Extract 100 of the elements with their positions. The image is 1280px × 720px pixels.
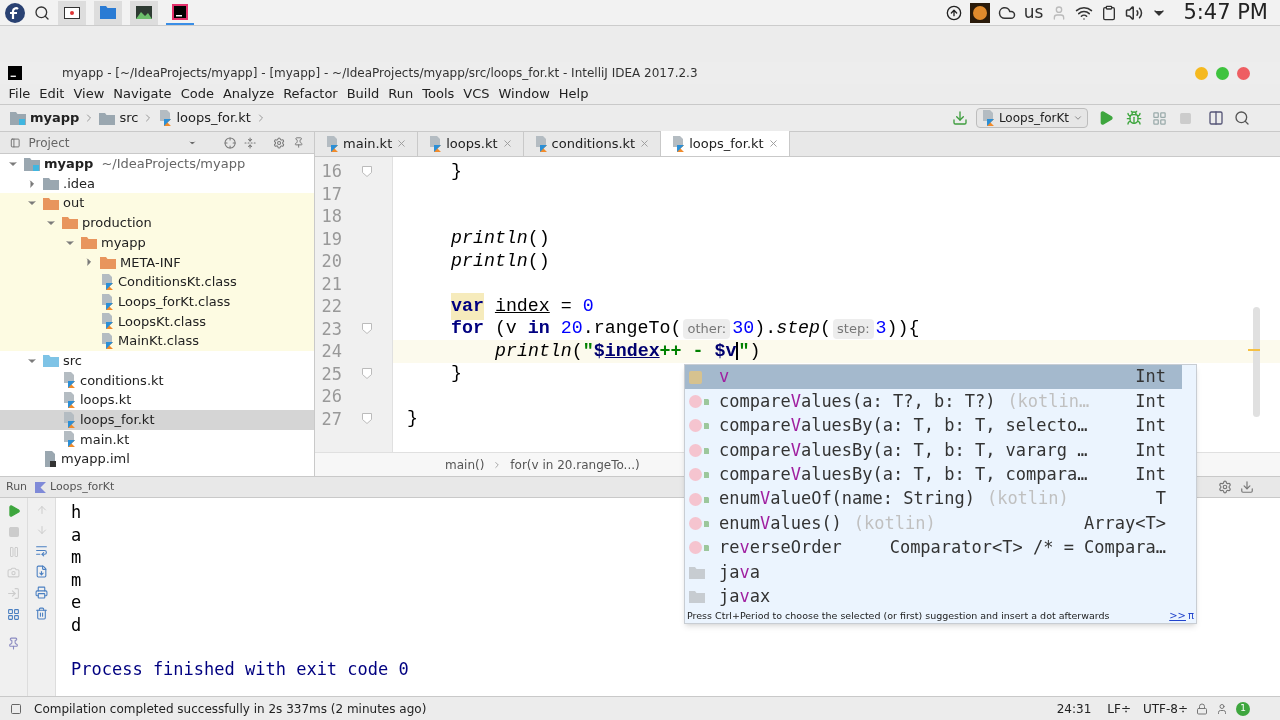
pin-icon[interactable] xyxy=(7,637,20,650)
tree-item[interactable]: .idea xyxy=(0,173,314,194)
close-button[interactable] xyxy=(1237,66,1250,80)
menu-item[interactable]: View xyxy=(68,84,109,104)
completion-item[interactable]: compareValuesBy(a: T, b: T, selecto… Int xyxy=(685,413,1182,439)
breadcrumb[interactable]: src xyxy=(99,108,155,128)
trash-icon[interactable] xyxy=(35,607,48,620)
project-structure-icon[interactable] xyxy=(1208,110,1224,126)
tree-item[interactable]: META-INF xyxy=(0,252,314,273)
completion-item[interactable]: enumValueOf(name: String) (kotlin) T xyxy=(685,486,1182,512)
breadcrumb[interactable]: loops_for.kt xyxy=(158,108,267,128)
tree-item[interactable]: myapp.iml xyxy=(0,449,314,469)
run-configuration-dropdown[interactable]: Loops_forKt xyxy=(975,108,1088,128)
wrap-icon[interactable] xyxy=(35,544,48,557)
tree-item[interactable]: ConditionsKt.class xyxy=(0,272,314,292)
collapse-all-icon[interactable] xyxy=(244,135,257,150)
completion-item[interactable]: compareValuesBy(a: T, b: T, compara… Int xyxy=(685,462,1182,487)
tree-item[interactable]: src xyxy=(0,350,314,371)
completion-item[interactable]: v Int xyxy=(685,365,1182,390)
menu-item[interactable]: File xyxy=(4,84,35,104)
completion-item[interactable]: compareValues(a: T?, b: T?) (kotlin… Int xyxy=(685,389,1182,414)
editor-tab[interactable]: main.kt xyxy=(315,131,419,156)
clock[interactable]: 5:47 PM xyxy=(1183,0,1268,29)
maximize-button[interactable] xyxy=(1216,66,1229,80)
menu-item[interactable]: Tools xyxy=(417,84,459,104)
tree-item[interactable]: production xyxy=(0,213,314,233)
menu-item[interactable]: Analyze xyxy=(218,84,279,104)
clipboard-icon[interactable] xyxy=(1101,4,1118,21)
distro-logo-icon[interactable] xyxy=(4,1,26,24)
tool-windows-icon[interactable] xyxy=(10,702,22,715)
settings-icon[interactable] xyxy=(272,135,285,150)
menu-item[interactable]: Edit xyxy=(34,84,69,104)
menu-item[interactable]: Window xyxy=(494,84,555,104)
fold-marker-icon[interactable] xyxy=(362,323,372,335)
code-breadcrumb[interactable]: for(v in 20.rangeTo...) xyxy=(510,455,640,474)
fold-marker-icon[interactable] xyxy=(362,413,372,425)
lock-icon[interactable] xyxy=(1196,702,1208,715)
tree-item[interactable]: MainKt.class xyxy=(0,331,314,351)
completion-item[interactable]: reverseOrder Comparator<T> /* = Compara… xyxy=(685,535,1182,561)
run-tab[interactable]: Loops_forKt xyxy=(35,478,115,496)
tree-item[interactable]: loops_for.kt xyxy=(0,409,314,430)
keyboard-layout[interactable]: us xyxy=(1023,0,1044,26)
tree-item[interactable]: Loops_forKt.class xyxy=(0,291,314,312)
fold-marker-icon[interactable] xyxy=(362,368,372,380)
scrollbar-thumb[interactable] xyxy=(1253,307,1260,417)
tree-item[interactable]: conditions.kt xyxy=(0,370,314,391)
output-line: m xyxy=(71,546,82,569)
menu-item[interactable]: VCS xyxy=(458,84,495,104)
editor-tab[interactable]: loops.kt xyxy=(418,131,524,156)
search-icon[interactable] xyxy=(1234,110,1250,126)
search-icon[interactable] xyxy=(34,4,50,21)
run-icon[interactable] xyxy=(1098,110,1114,126)
menu-item[interactable]: Help xyxy=(554,84,593,104)
update-icon[interactable] xyxy=(945,4,962,21)
tree-item[interactable]: LoopsKt.class xyxy=(0,311,314,332)
completion-type: Int xyxy=(1135,438,1166,462)
tree-item[interactable]: out xyxy=(0,193,314,214)
panel-title[interactable]: Project xyxy=(28,133,70,152)
editor-tab[interactable]: loops_for.kt xyxy=(661,131,790,156)
completion-item[interactable]: enumValues() (kotlin) Array<T> xyxy=(685,511,1182,536)
volume-icon[interactable] xyxy=(1125,3,1144,22)
fold-marker-icon[interactable] xyxy=(362,165,372,177)
tree-item[interactable]: loops.kt xyxy=(0,390,314,410)
image-viewer-icon xyxy=(136,6,152,19)
completion-item[interactable]: java xyxy=(685,560,1182,585)
taskbar-app[interactable] xyxy=(130,0,158,25)
tree-item[interactable]: myapp xyxy=(0,232,314,253)
app-tray-icon[interactable] xyxy=(969,2,990,23)
completion-item[interactable]: compareValuesBy(a: T, b: T, vararg … Int xyxy=(685,438,1182,463)
tree-item[interactable]: main.kt xyxy=(0,429,314,450)
close-tab-icon[interactable] xyxy=(639,138,651,149)
close-tab-icon[interactable] xyxy=(396,138,408,149)
taskbar-app[interactable] xyxy=(58,0,86,25)
menu-item[interactable]: Navigate xyxy=(108,84,177,104)
completion-name: compareValuesBy(a: T, b: T, compara… xyxy=(719,463,1088,486)
close-tab-icon[interactable] xyxy=(501,138,513,149)
line-separator[interactable]: LF÷ xyxy=(1107,699,1131,718)
caret-position[interactable]: 24:31 xyxy=(1056,699,1092,718)
breadcrumb[interactable]: myapp xyxy=(10,108,96,128)
pin-symbol[interactable]: π xyxy=(1187,608,1194,624)
completion-name: reverseOrder xyxy=(719,536,842,560)
locate-icon[interactable] xyxy=(224,135,237,150)
scroll-to-end-icon[interactable] xyxy=(35,565,48,578)
menu-item[interactable]: Run xyxy=(383,84,418,104)
menu-item[interactable]: Build xyxy=(342,84,384,104)
more-link[interactable]: >> xyxy=(1169,608,1186,624)
file-encoding[interactable]: UTF-8÷ xyxy=(1142,699,1188,718)
layout-icon[interactable] xyxy=(7,608,20,621)
tree-item[interactable]: myapp ~/IdeaProjects/myapp xyxy=(0,154,314,174)
completion-type: Comparator<T> /* = Compara… xyxy=(889,536,1166,560)
print-icon[interactable] xyxy=(35,586,48,599)
completion-item[interactable]: javax xyxy=(685,584,1182,609)
menu-item[interactable]: Refactor xyxy=(278,84,343,104)
rerun-icon[interactable] xyxy=(6,504,21,518)
settings-icon[interactable] xyxy=(1218,480,1232,494)
kotlin-file-icon xyxy=(62,431,76,448)
close-tab-icon[interactable] xyxy=(767,138,779,149)
debug-icon[interactable] xyxy=(1126,110,1142,126)
menu-item[interactable]: Code xyxy=(176,84,219,104)
code-breadcrumb[interactable]: main() xyxy=(445,455,485,474)
